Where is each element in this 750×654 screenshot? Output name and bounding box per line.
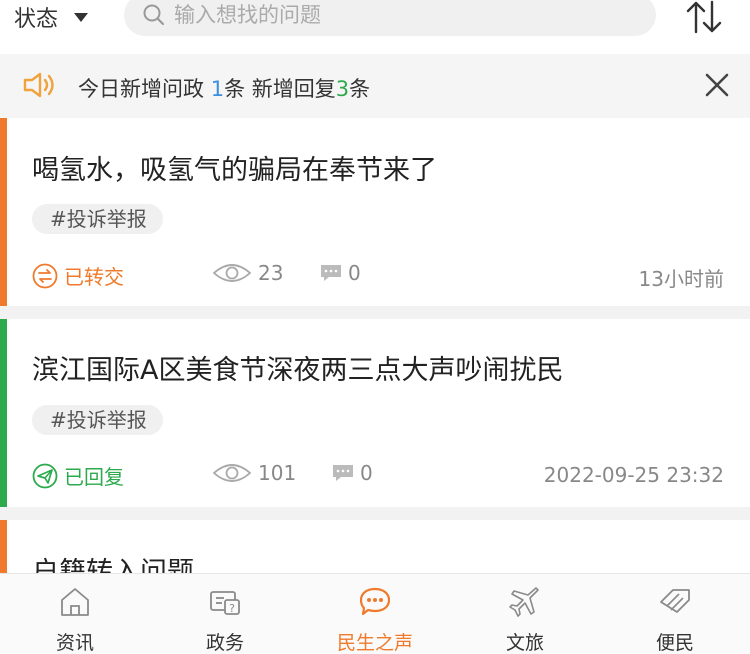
status-label: 已转交 bbox=[64, 265, 124, 289]
status-label: 已回复 bbox=[64, 465, 124, 489]
plane-icon bbox=[509, 587, 539, 617]
view-count: 101 bbox=[212, 461, 296, 485]
top-bar: 状态 bbox=[0, 0, 750, 54]
tab-label: 资讯 bbox=[55, 632, 94, 654]
notice-prefix: 今日新增问政 bbox=[78, 77, 211, 101]
tab-culture-tourism[interactable]: 文旅 bbox=[450, 574, 600, 654]
status-filter-dropdown[interactable]: 状态 bbox=[14, 4, 89, 32]
bottom-tab-bar: 资讯 ? 政务 民生之声 文旅 便民 bbox=[0, 573, 750, 654]
tab-label: 便民 bbox=[655, 632, 694, 654]
eye-icon bbox=[212, 464, 252, 482]
notice-text: 今日新增问政 1条 新增回复3条 bbox=[78, 73, 370, 103]
notice-question-count: 1 bbox=[210, 77, 225, 101]
tab-public-voice[interactable]: 民生之声 bbox=[300, 574, 450, 654]
tab-label: 文旅 bbox=[505, 632, 544, 654]
tab-label: 民生之声 bbox=[336, 632, 413, 654]
notice-banner: 今日新增问政 1条 新增回复3条 bbox=[0, 54, 750, 118]
question-tag[interactable]: #投诉举报 bbox=[32, 405, 163, 435]
notice-suffix: 条 bbox=[349, 77, 371, 101]
comment-count: 0 bbox=[320, 261, 361, 285]
speaker-icon bbox=[23, 72, 54, 98]
status-color-bar bbox=[0, 319, 7, 507]
notice-reply-count: 3 bbox=[335, 77, 350, 101]
status-indicator: 已转交 bbox=[32, 261, 124, 290]
close-icon[interactable] bbox=[702, 70, 732, 100]
tab-label: 政务 bbox=[205, 632, 244, 654]
eye-icon bbox=[212, 264, 252, 282]
comment-icon bbox=[333, 465, 353, 481]
transfer-icon bbox=[32, 263, 58, 288]
caret-down-icon bbox=[74, 12, 89, 22]
view-count-value: 101 bbox=[258, 461, 297, 485]
post-time: 13小时前 bbox=[638, 267, 724, 291]
post-time: 2022-09-25 23:32 bbox=[543, 463, 724, 487]
status-indicator: 已回复 bbox=[32, 461, 124, 490]
search-bar[interactable] bbox=[124, 0, 656, 36]
notice-middle: 条 新增回复 bbox=[224, 77, 336, 101]
status-color-bar bbox=[0, 520, 7, 580]
view-count-value: 23 bbox=[258, 261, 284, 285]
view-count: 23 bbox=[212, 261, 283, 285]
comment-icon bbox=[321, 265, 341, 281]
svg-text:?: ? bbox=[229, 602, 235, 615]
question-tag[interactable]: #投诉举报 bbox=[32, 204, 163, 234]
tab-news[interactable]: 资讯 bbox=[0, 574, 150, 654]
tab-government[interactable]: ? 政务 bbox=[150, 574, 300, 654]
search-input[interactable] bbox=[174, 3, 634, 27]
question-card[interactable]: 户籍转入问题 bbox=[0, 520, 750, 580]
service-icon bbox=[660, 589, 690, 613]
status-color-bar bbox=[0, 118, 7, 306]
status-filter-label: 状态 bbox=[14, 7, 59, 32]
comment-count-value: 0 bbox=[348, 261, 361, 285]
comment-count: 0 bbox=[332, 461, 373, 485]
question-card[interactable]: 喝氢水，吸氢气的骗局在奉节来了 #投诉举报 已转交 23 0 13小时前 bbox=[0, 118, 750, 306]
reply-icon bbox=[32, 463, 58, 488]
government-icon: ? bbox=[210, 591, 240, 615]
sort-toggle-icon[interactable] bbox=[684, 0, 724, 34]
question-card[interactable]: 滨江国际A区美食节深夜两三点大声吵闹扰民 #投诉举报 已回复 101 0 202… bbox=[0, 319, 750, 507]
comment-count-value: 0 bbox=[360, 461, 373, 485]
chat-bubble-icon bbox=[359, 587, 391, 616]
tab-convenience[interactable]: 便民 bbox=[600, 574, 750, 654]
question-title: 滨江国际A区美食节深夜两三点大声吵闹扰民 bbox=[32, 355, 564, 386]
home-icon bbox=[61, 588, 89, 616]
search-icon bbox=[143, 4, 165, 26]
question-title: 喝氢水，吸氢气的骗局在奉节来了 bbox=[32, 155, 437, 186]
